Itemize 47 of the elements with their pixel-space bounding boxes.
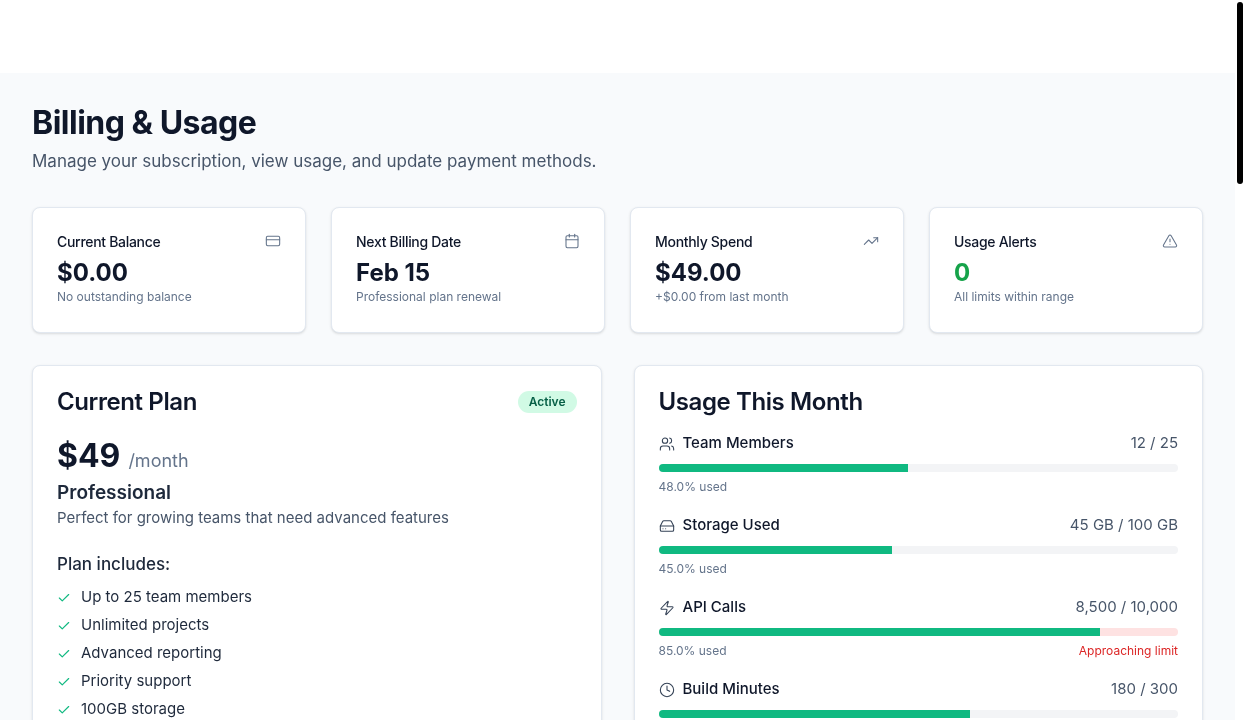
status-badge: Active [517,390,577,413]
stat-label: Current Balance [57,231,161,252]
stat-note: +$0.00 from last month [655,287,789,306]
stat-value: $0.00 [57,257,128,288]
stat-value: $49.00 [655,257,742,288]
plan-feature: 100GB storage [81,698,185,720]
plan-feature: Unlimited projects [81,614,210,637]
plan-feature: Advanced reporting [81,642,222,665]
usage-reading: 12 / 25 [1130,432,1178,455]
page-title: Billing & Usage [32,103,257,143]
plan-price: $49 [57,435,121,476]
usage-label: Storage Used [682,514,780,537]
usage-label: Team Members [682,432,794,455]
usage-reading: 180 / 300 [1111,678,1178,701]
plan-feature: Up to 25 team members [81,586,252,609]
usage-card-title: Usage This Month [658,385,863,418]
price-period: /month [128,448,189,473]
stat-label: Usage Alerts [954,231,1037,252]
warning-icon [1162,233,1178,249]
stat-label: Monthly Spend [655,231,753,252]
usage-percent: 85.0% used [658,641,727,660]
plan-includes-heading: Plan includes: [57,552,171,576]
scrollbar-thumb[interactable] [1237,2,1243,184]
page-subtitle: Manage your subscription, view usage, and update payment methods. [32,150,597,173]
credit-card-icon [265,233,281,249]
stat-note: No outstanding balance [57,287,192,306]
lightning-icon [658,599,675,616]
usage-percent: 45.0% used [658,559,727,578]
usage-reading: 8,500 / 10,000 [1075,596,1178,619]
plan-description: Perfect for growing teams that need advanced features [57,507,449,529]
stat-note: All limits within range [954,287,1075,306]
stat-value: Feb 15 [356,257,431,288]
clock-icon [658,681,675,698]
stat-label: Next Billing Date [356,231,461,252]
plan-feature: Priority support [81,670,192,693]
plan-name: Professional [57,479,172,506]
usage-percent: 48.0% used [658,477,728,496]
users-icon [658,435,675,452]
hard-drive-icon [658,517,675,534]
stat-value: 0 [954,257,971,288]
usage-label: API Calls [682,596,746,619]
stat-note: Professional plan renewal [356,287,502,306]
usage-reading: 45 GB / 100 GB [1069,514,1178,537]
plan-card-title: Current Plan [57,385,197,418]
usage-label: Build Minutes [682,678,780,701]
limit-warning: Approaching limit [1078,641,1178,660]
calendar-icon [564,233,580,249]
